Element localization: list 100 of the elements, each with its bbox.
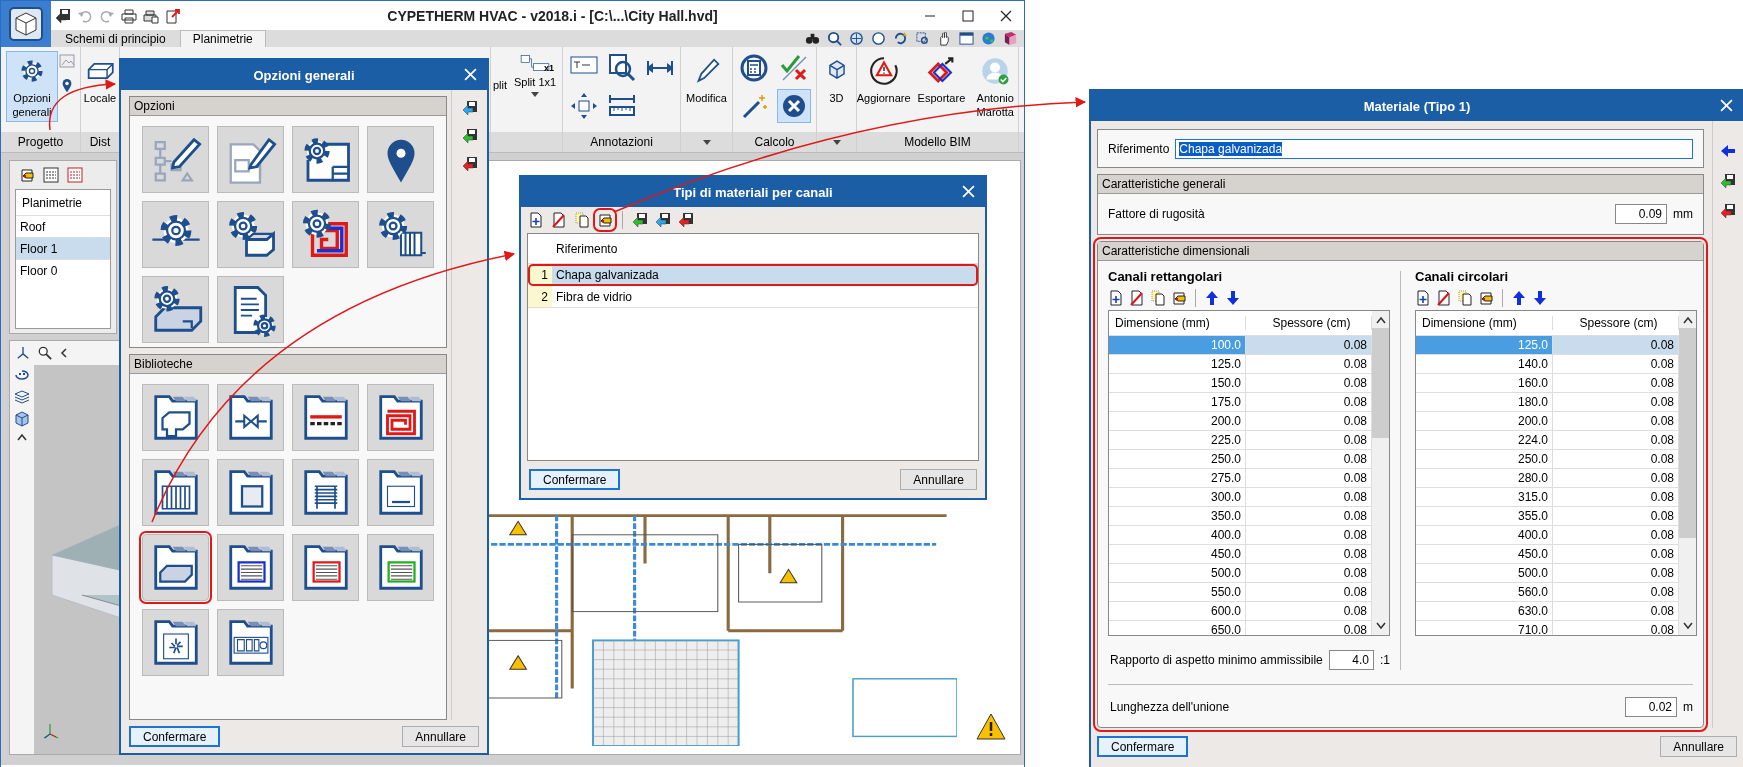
ribbon-button[interactable]: x1 Split 1x1 xyxy=(509,51,562,100)
cancel-button[interactable]: Annullare xyxy=(900,469,977,490)
floppy-arrow-icon[interactable] xyxy=(1720,173,1736,189)
floppy-arrow-icon[interactable] xyxy=(461,128,478,144)
book-icon[interactable] xyxy=(1003,31,1018,46)
library-tile-button[interactable] xyxy=(142,201,209,268)
table-row[interactable]: 450.0 0.08 xyxy=(1109,544,1372,563)
table-row[interactable]: 280.0 0.08 xyxy=(1416,468,1679,487)
copy-icon[interactable] xyxy=(1150,290,1166,306)
library-tile-button[interactable] xyxy=(292,534,359,601)
scroll-up-icon[interactable] xyxy=(17,433,27,441)
chevron-left-icon[interactable] xyxy=(60,348,68,358)
new-page-icon[interactable] xyxy=(1108,290,1124,306)
table-row[interactable]: 560.0 0.08 xyxy=(1416,582,1679,601)
left-arrow-icon[interactable] xyxy=(1720,143,1736,159)
table-row[interactable]: 125.0 0.08 xyxy=(1109,354,1372,373)
library-tile-button[interactable] xyxy=(292,126,359,193)
zoom-window-icon[interactable] xyxy=(915,31,930,46)
printer-icon[interactable] xyxy=(143,7,159,24)
cube-icon[interactable] xyxy=(14,411,30,427)
library-tile-button[interactable] xyxy=(367,459,434,526)
ribbon-button[interactable]: Opzioni generali xyxy=(6,51,58,122)
floppy-arrow-icon[interactable] xyxy=(632,212,648,228)
scrollbar-thumb[interactable] xyxy=(1679,328,1696,538)
table-row[interactable]: 315.0 0.08 xyxy=(1416,487,1679,506)
hand-icon[interactable] xyxy=(937,31,952,46)
globe-icon[interactable] xyxy=(981,31,996,46)
ribbon-button[interactable]: plit xyxy=(491,51,509,93)
confirm-button[interactable]: Confermare xyxy=(529,469,621,490)
scroll-up-icon[interactable] xyxy=(1682,316,1693,324)
table-row[interactable]: 2 Fibra de vidrio xyxy=(528,286,978,308)
ribbon-button[interactable]: Locale xyxy=(80,51,120,108)
library-tile-button[interactable] xyxy=(292,459,359,526)
delete-page-icon[interactable] xyxy=(1129,290,1145,306)
layers-icon[interactable] xyxy=(14,389,30,405)
table-row[interactable]: 550.0 0.08 xyxy=(1109,582,1372,601)
floppy-arrow-icon[interactable] xyxy=(678,212,694,228)
close-icon[interactable] xyxy=(1000,9,1012,22)
new-page-icon[interactable] xyxy=(528,212,544,228)
table-row[interactable]: 160.0 0.08 xyxy=(1416,373,1679,392)
table-row[interactable]: 1 Chapa galvanizada xyxy=(528,264,978,286)
library-tile-button[interactable] xyxy=(217,384,284,451)
edit-icon[interactable] xyxy=(1478,290,1494,306)
scroll-down-icon[interactable] xyxy=(1375,622,1386,630)
joint-length-field[interactable]: 0.02 xyxy=(1625,697,1677,717)
table-row[interactable]: 175.0 0.08 xyxy=(1109,392,1372,411)
table-row[interactable]: 350.0 0.08 xyxy=(1109,506,1372,525)
scroll-down-icon[interactable] xyxy=(1682,622,1693,630)
cancel-button[interactable]: Annullare xyxy=(402,726,479,747)
tool-button[interactable] xyxy=(776,89,811,123)
table-row[interactable]: 600.0 0.08 xyxy=(1109,601,1372,620)
floppy-arrow-icon[interactable] xyxy=(461,100,478,116)
zoom-icon[interactable] xyxy=(38,346,52,360)
library-tile-button[interactable] xyxy=(142,459,209,526)
table-row[interactable]: 200.0 0.08 xyxy=(1109,411,1372,430)
table-row[interactable]: 180.0 0.08 xyxy=(1416,392,1679,411)
down-arrow-icon[interactable] xyxy=(1225,290,1241,306)
location-pin-icon[interactable] xyxy=(61,79,73,93)
floor-list-item[interactable]: Floor 1 xyxy=(16,237,110,259)
maximize-icon[interactable] xyxy=(962,9,974,22)
library-tile-button[interactable] xyxy=(142,609,209,676)
table-row[interactable]: 200.0 0.08 xyxy=(1416,411,1679,430)
caret-icon[interactable] xyxy=(702,139,711,145)
table-row[interactable]: 500.0 0.08 xyxy=(1109,563,1372,582)
table-row[interactable]: 140.0 0.08 xyxy=(1416,354,1679,373)
ribbon-button[interactable]: Modifica xyxy=(683,51,730,108)
delete-page-icon[interactable] xyxy=(1436,290,1452,306)
library-tile-button[interactable] xyxy=(217,201,284,268)
library-tile-button[interactable] xyxy=(142,384,209,451)
floppy-arrow-icon[interactable] xyxy=(655,212,671,228)
delete-page-icon[interactable] xyxy=(551,212,567,228)
axes-icon[interactable] xyxy=(16,346,30,360)
table-row[interactable]: 224.0 0.08 xyxy=(1416,430,1679,449)
up-arrow-icon[interactable] xyxy=(1511,290,1527,306)
library-tile-button[interactable] xyxy=(217,276,284,343)
library-tile-button[interactable] xyxy=(367,534,434,601)
ribbon-button[interactable]: Esportare xyxy=(914,51,969,108)
table-row[interactable]: 100.0 0.08 xyxy=(1109,335,1372,354)
library-tile-button[interactable] xyxy=(142,276,209,343)
table-row[interactable]: 250.0 0.08 xyxy=(1416,449,1679,468)
table-row[interactable]: 450.0 0.08 xyxy=(1416,544,1679,563)
table-row[interactable]: 125.0 0.08 xyxy=(1416,335,1679,354)
table-row[interactable]: 275.0 0.08 xyxy=(1109,468,1372,487)
table-row[interactable]: 400.0 0.08 xyxy=(1109,525,1372,544)
save-icon[interactable] xyxy=(55,7,71,24)
copy-icon[interactable] xyxy=(1457,290,1473,306)
floppy-arrow-icon[interactable] xyxy=(461,156,478,172)
confirm-button[interactable]: Confermare xyxy=(129,726,221,747)
library-tile-button[interactable] xyxy=(292,384,359,451)
cancel-button[interactable]: Annullare xyxy=(1660,736,1737,757)
library-tile-button[interactable] xyxy=(367,126,434,193)
export-icon[interactable] xyxy=(165,7,181,24)
dxf-icon[interactable] xyxy=(67,167,83,183)
library-tile-button[interactable] xyxy=(367,201,434,268)
edit-icon[interactable] xyxy=(597,212,613,228)
refresh-icon[interactable] xyxy=(893,31,908,46)
zoom-all-icon[interactable] xyxy=(849,31,864,46)
library-tile-button[interactable] xyxy=(142,534,209,601)
library-tile-button[interactable] xyxy=(217,459,284,526)
ribbon-tab[interactable]: Schemi di principio xyxy=(53,30,178,47)
